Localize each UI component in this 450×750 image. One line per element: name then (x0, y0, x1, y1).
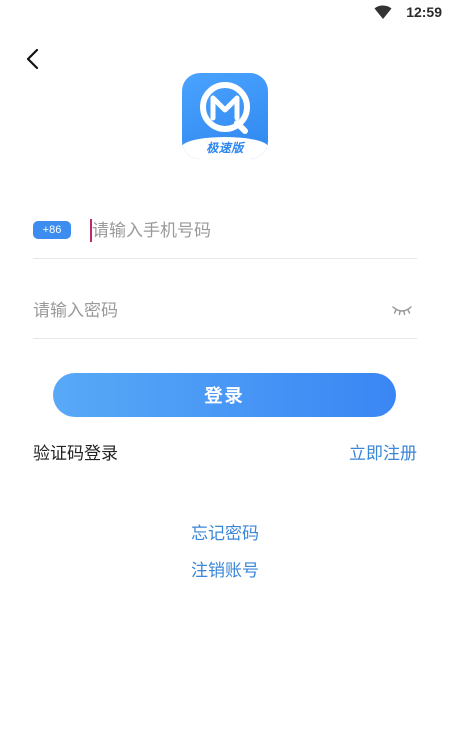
logo-badge-text: 极速版 (206, 141, 244, 155)
status-time: 12:59 (406, 4, 442, 20)
cancel-account-row: 注销账号 (0, 556, 450, 581)
country-code-selector[interactable]: +86 (33, 221, 71, 239)
forgot-password-row: 忘记密码 (0, 519, 450, 544)
chevron-left-icon (26, 48, 39, 70)
wifi-icon (374, 5, 392, 19)
status-bar: 12:59 (0, 0, 450, 26)
eye-closed-icon[interactable] (391, 302, 413, 318)
password-input[interactable] (33, 298, 363, 324)
cancel-account-link[interactable]: 注销账号 (191, 556, 259, 581)
phone-field-row: +86 (33, 208, 417, 259)
sms-login-link[interactable]: 验证码登录 (33, 439, 118, 464)
password-field-row (33, 288, 417, 339)
forgot-password-link[interactable]: 忘记密码 (191, 519, 259, 544)
back-button[interactable] (20, 44, 48, 74)
register-link[interactable]: 立即注册 (349, 439, 417, 464)
phone-input[interactable] (92, 218, 392, 244)
login-screen: 12:59 极速版 +86 登录 验证码登录 (0, 0, 450, 750)
login-button[interactable]: 登录 (53, 373, 396, 417)
app-logo: 极速版 (182, 73, 268, 159)
